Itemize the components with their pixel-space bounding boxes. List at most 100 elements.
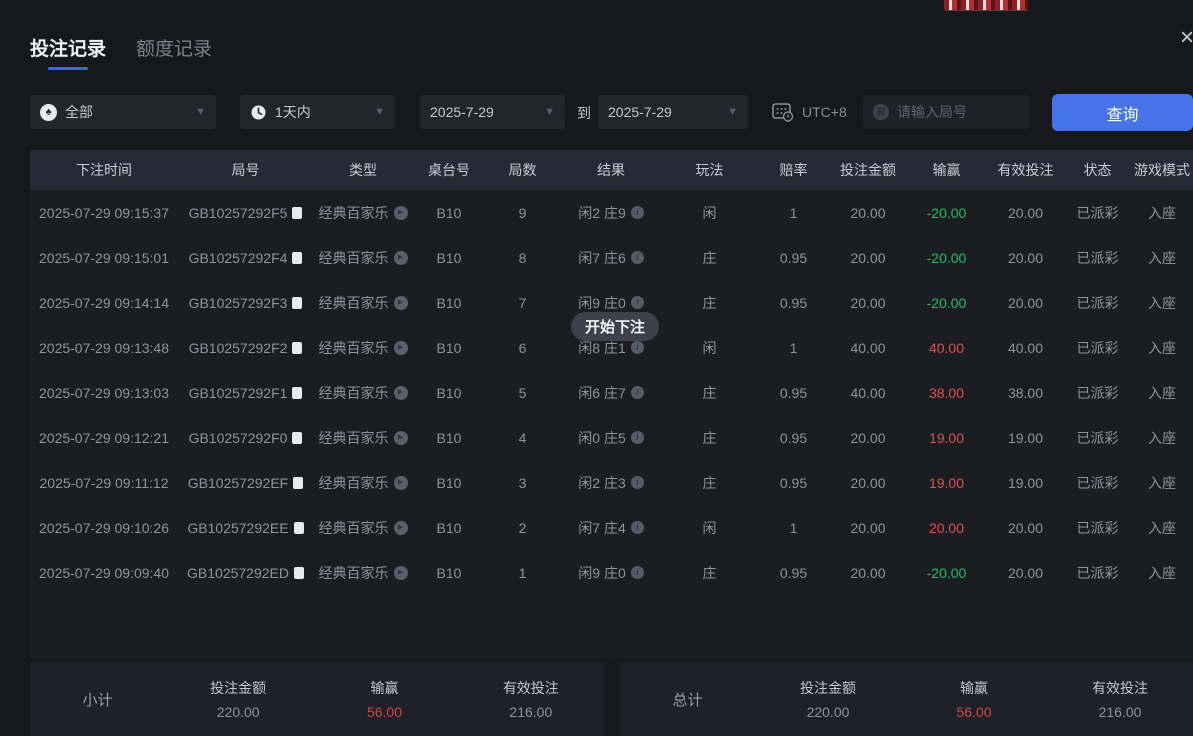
replay-video-icon[interactable]: ▶ (394, 521, 408, 535)
cell-win-loss: -20.00 (906, 565, 987, 581)
tab-bet-records[interactable]: 投注记录 (30, 34, 106, 70)
info-icon[interactable]: i (631, 431, 644, 444)
cell-round-no: 6 (485, 340, 560, 356)
info-icon[interactable]: i (631, 476, 644, 489)
timezone-label: UTC+8 (802, 104, 847, 120)
cell-result: 闲2 庄9 i (560, 203, 662, 223)
timezone-indicator: UTC+8 (772, 102, 847, 122)
replay-video-icon[interactable]: ▶ (394, 251, 408, 265)
round-number-icon: 局 (873, 104, 889, 120)
table-row: 2025-07-29 09:15:37 GB10257292F5 经典百家乐 ▶… (30, 190, 1193, 235)
col-header-bet-time: 下注时间 (30, 160, 178, 180)
cell-bet-amount: 20.00 (830, 430, 906, 446)
table-row: 2025-07-29 09:11:12 GB10257292EF 经典百家乐 ▶… (30, 460, 1193, 505)
copy-icon[interactable] (294, 567, 304, 579)
cell-game-mode: 入座 (1131, 518, 1193, 538)
cell-bet-amount: 20.00 (830, 250, 906, 266)
replay-video-icon[interactable]: ▶ (394, 386, 408, 400)
cell-type: 经典百家乐 ▶ (313, 293, 413, 313)
subtotal-win-loss-value: 56.00 (311, 704, 457, 720)
cell-round-id: GB10257292EF (178, 475, 313, 491)
copy-icon[interactable] (292, 252, 302, 264)
col-header-table-no: 桌台号 (413, 160, 485, 180)
cell-table-no: B10 (413, 520, 485, 536)
date-to-picker[interactable]: 2025-7-29 ▼ (598, 95, 748, 129)
cell-round-id: GB10257292F0 (178, 430, 313, 446)
round-id-text: GB10257292EE (187, 520, 288, 536)
start-betting-toast: 开始下注 (571, 312, 659, 341)
cell-win-loss: 19.00 (906, 475, 987, 491)
total-valid-bet-label: 有效投注 (1047, 678, 1193, 698)
cell-type: 经典百家乐 ▶ (313, 563, 413, 583)
chevron-down-icon: ▼ (195, 106, 206, 118)
cell-status: 已派彩 (1064, 203, 1131, 223)
replay-video-icon[interactable]: ▶ (394, 206, 408, 220)
calendar-clock-icon (772, 102, 794, 122)
replay-video-icon[interactable]: ▶ (394, 476, 408, 490)
info-icon[interactable]: i (631, 521, 644, 534)
subtotal-label: 小计 (30, 689, 165, 710)
replay-video-icon[interactable]: ▶ (394, 341, 408, 355)
info-icon[interactable]: i (631, 296, 644, 309)
replay-video-icon[interactable]: ▶ (394, 566, 408, 580)
cell-result: 闲7 庄4 i (560, 518, 662, 538)
replay-video-icon[interactable]: ▶ (394, 296, 408, 310)
copy-icon[interactable] (292, 387, 302, 399)
cell-odds: 0.95 (757, 565, 830, 581)
time-range-dropdown[interactable]: 1天内 ▼ (240, 95, 395, 129)
cell-play: 庄 (662, 428, 757, 448)
cell-valid-bet: 20.00 (987, 295, 1064, 311)
info-icon[interactable]: i (631, 206, 644, 219)
cell-odds: 1 (757, 205, 830, 221)
cell-bet-time: 2025-07-29 09:15:37 (30, 205, 178, 221)
copy-icon[interactable] (294, 522, 304, 534)
promo-banner-clipped (944, 0, 1028, 10)
cell-bet-amount: 20.00 (830, 565, 906, 581)
col-header-play: 玩法 (662, 160, 757, 180)
round-id-text: GB10257292ED (187, 565, 289, 581)
cell-table-no: B10 (413, 250, 485, 266)
info-icon[interactable]: i (631, 251, 644, 264)
copy-icon[interactable] (292, 297, 302, 309)
cell-bet-amount: 20.00 (830, 520, 906, 536)
game-type-text: 经典百家乐 (319, 338, 389, 358)
cell-bet-time: 2025-07-29 09:10:26 (30, 520, 178, 536)
cell-round-no: 7 (485, 295, 560, 311)
total-bet-amount-label: 投注金额 (755, 678, 901, 698)
close-icon[interactable]: × (1173, 24, 1193, 52)
copy-icon[interactable] (293, 477, 303, 489)
cell-type: 经典百家乐 ▶ (313, 203, 413, 223)
cell-round-id: GB10257292F4 (178, 250, 313, 266)
date-to-label: 到 (577, 103, 591, 123)
date-from-picker[interactable]: 2025-7-29 ▼ (420, 95, 565, 129)
result-text: 闲0 庄5 (578, 428, 625, 448)
info-icon[interactable]: i (631, 341, 644, 354)
table-body: 2025-07-29 09:15:37 GB10257292F5 经典百家乐 ▶… (30, 190, 1193, 595)
query-button[interactable]: 查询 (1052, 94, 1193, 131)
tab-bar: 投注记录 额度记录 (30, 34, 212, 70)
round-search-input[interactable] (897, 104, 1020, 120)
time-range-value: 1天内 (275, 102, 311, 122)
cell-odds: 0.95 (757, 295, 830, 311)
cell-round-no: 9 (485, 205, 560, 221)
copy-icon[interactable] (292, 432, 302, 444)
subtotal-bet-amount-value: 220.00 (165, 704, 311, 720)
cell-round-id: GB10257292F2 (178, 340, 313, 356)
cell-table-no: B10 (413, 295, 485, 311)
cell-play: 庄 (662, 563, 757, 583)
tab-quota-records[interactable]: 额度记录 (136, 34, 212, 70)
game-type-dropdown[interactable]: ♠ 全部 ▼ (30, 95, 216, 129)
spade-icon: ♠ (40, 104, 57, 121)
cell-play: 庄 (662, 383, 757, 403)
subtotal-valid-bet-label: 有效投注 (458, 678, 604, 698)
info-icon[interactable]: i (631, 566, 644, 579)
replay-video-icon[interactable]: ▶ (394, 431, 408, 445)
table-row: 2025-07-29 09:09:40 GB10257292ED 经典百家乐 ▶… (30, 550, 1193, 595)
copy-icon[interactable] (292, 207, 302, 219)
col-header-win-loss: 输赢 (906, 160, 987, 180)
col-header-valid-bet: 有效投注 (987, 160, 1064, 180)
info-icon[interactable]: i (631, 386, 644, 399)
copy-icon[interactable] (292, 342, 302, 354)
total-valid-bet: 有效投注 216.00 (1047, 678, 1193, 720)
total-win-loss-label: 输赢 (901, 678, 1047, 698)
